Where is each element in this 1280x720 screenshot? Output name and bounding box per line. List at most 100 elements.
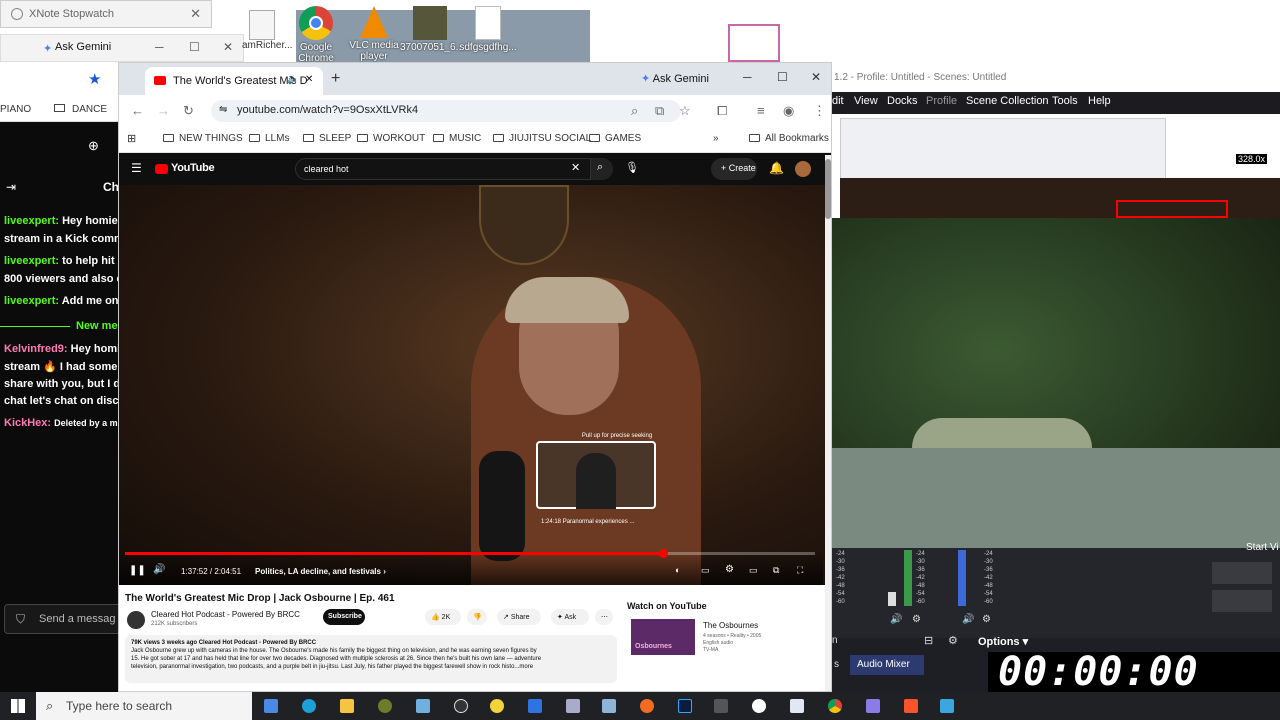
share-button[interactable]: ↗ Share <box>497 609 541 625</box>
bookmark-llms[interactable]: LLMs <box>249 133 289 144</box>
desktop-icon-text-file[interactable]: sdfgsgdfhg... <box>458 6 518 53</box>
bookmark-dance[interactable]: DANCE <box>72 104 107 115</box>
menu-docks[interactable]: Docks <box>887 95 918 107</box>
start-virtual-camera-fragment[interactable]: Start Vi <box>1246 542 1279 553</box>
all-bookmarks[interactable]: All Bookmarks <box>749 133 829 144</box>
media-controls-icon[interactable]: ≡ <box>757 103 765 118</box>
new-messages-divider[interactable]: New me <box>0 317 118 335</box>
menu-tools[interactable]: Tools <box>1052 95 1078 107</box>
bookmark-piano[interactable]: PIANO <box>0 104 31 115</box>
address-input[interactable]: ⇋ youtube.com/watch?v=9OsxXtLVRk4 <box>211 100 681 122</box>
miniplayer-icon[interactable]: ⧉ <box>773 565 779 576</box>
taskbar-search-input[interactable]: Type here to search <box>36 692 252 720</box>
new-tab-button[interactable]: + <box>331 70 340 88</box>
close-icon[interactable]: ✕ <box>223 40 233 54</box>
chrome-menu-icon[interactable]: ⋮ <box>813 103 826 119</box>
controls-button[interactable] <box>1212 590 1272 612</box>
bookmark-music[interactable]: MUSIC <box>433 133 481 144</box>
bookmark-sleep[interactable]: SLEEP <box>303 133 351 144</box>
xnote-stopwatch-window[interactable]: XNote Stopwatch ✕ <box>0 0 212 28</box>
install-icon[interactable]: ⧉ <box>655 103 664 119</box>
menu-edit[interactable]: dit <box>832 95 844 107</box>
collapse-chat-icon[interactable]: ⇥ <box>6 180 16 194</box>
controls-button[interactable] <box>1212 562 1272 584</box>
subscribe-button[interactable]: Subscribe <box>323 609 365 625</box>
bookmark-jiujitsu-social[interactable]: JIUJITSU SOCIAL <box>493 133 591 144</box>
menu-view[interactable]: View <box>854 95 878 107</box>
docs-icon[interactable] <box>528 699 542 713</box>
description-box[interactable]: 79K views 3 weeks ago Cleared Hot Podcas… <box>125 635 617 683</box>
clear-search-icon[interactable]: ✕ <box>571 161 580 174</box>
ask-gemini-button[interactable]: ✦ Ask Gemini <box>641 69 747 89</box>
video-player[interactable]: Pull up for precise seeking 1:24:18 Para… <box>119 185 831 585</box>
app-icon[interactable] <box>602 699 616 713</box>
vpn-icon[interactable] <box>866 699 880 713</box>
channel-avatar[interactable] <box>127 611 145 629</box>
maximize-icon[interactable]: ☐ <box>189 40 200 54</box>
forward-icon[interactable]: → <box>157 103 170 118</box>
gear-icon[interactable]: ⚙ <box>912 614 921 625</box>
menu-scene-collection[interactable]: Scene Collection <box>966 95 1049 107</box>
tab-fragment[interactable]: s <box>834 659 839 670</box>
lightbulb-icon[interactable] <box>490 699 504 713</box>
app-icon[interactable] <box>790 699 804 713</box>
search-button[interactable]: ⌕ <box>591 158 613 180</box>
recommendation-title[interactable]: The Osbournes <box>703 621 758 630</box>
tab-youtube-video[interactable]: The World's Greatest Mic D 🔈 ✕ <box>145 67 323 95</box>
bookmark-star-icon[interactable]: ☆ <box>679 103 691 119</box>
chat-icon[interactable] <box>752 699 766 713</box>
audio-icon[interactable]: 🔈 <box>287 74 299 85</box>
extensions-icon[interactable]: ⧠ <box>717 103 727 119</box>
minimize-button[interactable]: ─ <box>743 70 752 84</box>
back-icon[interactable]: ← <box>131 103 144 118</box>
youtube-logo-icon[interactable] <box>155 164 168 174</box>
zoom-icon[interactable]: ⌕ <box>631 103 638 119</box>
apps-icon[interactable]: ⊞ <box>127 132 136 145</box>
edge-icon[interactable] <box>302 699 316 713</box>
pause-icon[interactable]: ❚❚ <box>129 565 146 576</box>
avatar[interactable] <box>795 161 811 177</box>
gear-icon[interactable]: ⚙ <box>982 614 991 625</box>
voice-search-icon[interactable]: 🎙 <box>625 161 639 174</box>
dislike-button[interactable]: 👎 <box>467 609 487 625</box>
speaker-icon[interactable]: 🔊 <box>890 614 902 625</box>
ask-button[interactable]: ✦ Ask <box>551 609 589 625</box>
audio-mixer-tab[interactable]: Audio Mixer <box>850 655 924 675</box>
obs-icon[interactable] <box>454 699 468 713</box>
star-icon[interactable]: ★ <box>88 70 101 88</box>
brave-icon[interactable] <box>904 699 918 713</box>
task-view-icon[interactable] <box>264 699 278 713</box>
bookmark-new-things[interactable]: NEW THINGS <box>163 133 243 144</box>
desktop-icon-image-file[interactable]: 37007051_6... <box>400 6 464 53</box>
menu-profile[interactable]: Profile <box>926 95 957 107</box>
firefox-icon[interactable] <box>640 699 654 713</box>
search-input[interactable]: cleared hot <box>295 158 591 180</box>
more-bookmarks-icon[interactable]: » <box>713 133 719 144</box>
chrome-icon[interactable] <box>828 699 842 713</box>
desktop-partial-icon[interactable]: amRicher... <box>242 10 293 60</box>
dock-settings-icon[interactable]: ⚙ <box>948 634 958 647</box>
maximize-button[interactable]: ☐ <box>777 70 788 84</box>
speaker-icon[interactable]: 🔊 <box>962 614 974 625</box>
more-actions-button[interactable]: ⋯ <box>595 609 613 625</box>
reload-icon[interactable]: ↻ <box>183 103 194 119</box>
chapter-title[interactable]: Politics, LA decline, and festivals › <box>255 567 386 576</box>
photoshop-icon[interactable] <box>678 699 692 713</box>
close-tab-icon[interactable]: ✕ <box>305 74 313 85</box>
davinci-icon[interactable] <box>714 699 728 713</box>
gemini-window-bar[interactable]: ✦ Ask Gemini ─ ☐ ✕ <box>0 34 244 62</box>
recommendation-thumbnail[interactable]: Osbournes <box>631 619 695 655</box>
create-button[interactable]: + Create <box>711 158 757 180</box>
volume-slider-handle[interactable] <box>888 592 896 606</box>
bookmark-workout[interactable]: WORKOUT <box>357 133 425 144</box>
windows-start-icon[interactable] <box>11 699 25 713</box>
youtube-logo[interactable]: YouTube <box>171 162 215 174</box>
desktop-icon-vlc[interactable]: VLC media player <box>344 6 404 62</box>
options-menu[interactable]: Options ▾ <box>978 635 1028 648</box>
hamburger-icon[interactable]: ☰ <box>131 161 142 175</box>
progress-handle[interactable] <box>659 549 669 558</box>
progress-track[interactable] <box>125 549 815 558</box>
fullscreen-icon[interactable]: ⛶ <box>797 565 803 576</box>
app-icon[interactable] <box>416 699 430 713</box>
menu-help[interactable]: Help <box>1088 95 1111 107</box>
